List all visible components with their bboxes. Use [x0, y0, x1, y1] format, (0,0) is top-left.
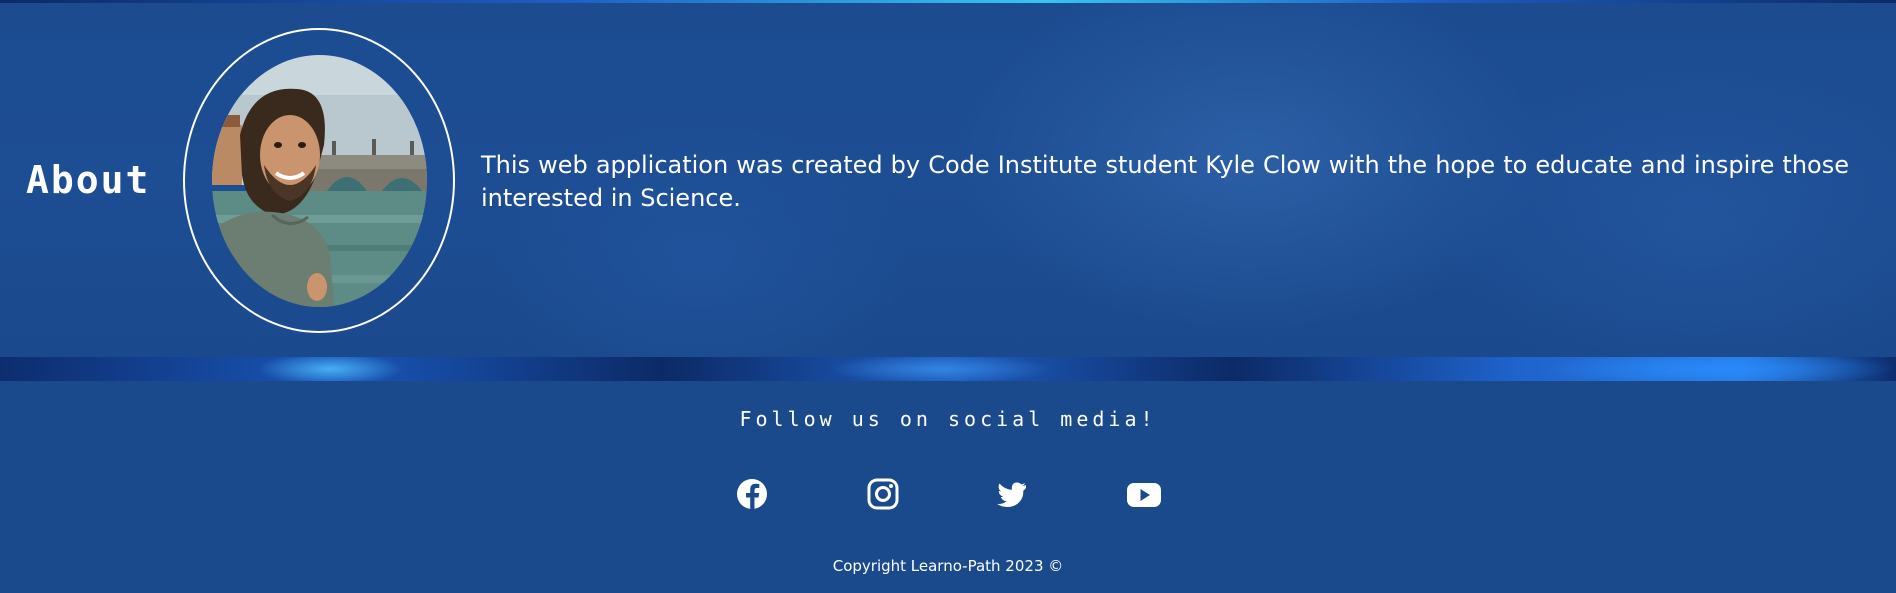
avatar	[212, 55, 427, 307]
twitter-link[interactable]	[994, 477, 1028, 511]
profile-photo	[212, 55, 427, 307]
copyright-text: Copyright Learno-Path 2023 ©	[832, 557, 1064, 575]
facebook-link[interactable]	[735, 477, 769, 511]
youtube-link[interactable]	[1125, 477, 1163, 511]
footer: Follow us on social media! Copyright Lea…	[0, 381, 1896, 593]
about-section: About This web application was created b…	[0, 3, 1896, 357]
decorative-wave-band	[0, 357, 1896, 381]
facebook-icon	[737, 479, 767, 510]
instagram-link[interactable]	[866, 477, 900, 511]
about-description: This web application was created by Code…	[481, 151, 1849, 212]
follow-heading: Follow us on social media!	[739, 407, 1157, 431]
youtube-icon	[1127, 483, 1161, 507]
instagram-icon	[867, 478, 899, 510]
twitter-icon	[997, 482, 1026, 507]
about-heading: About	[26, 158, 151, 202]
